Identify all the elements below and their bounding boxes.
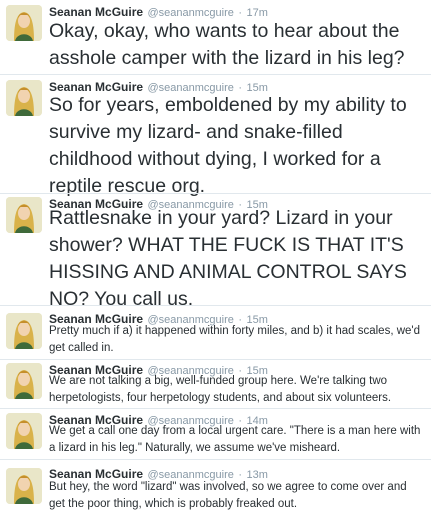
tweet-text: So for years, emboldened by my ability t… [49,94,407,197]
author-name[interactable]: Seanan McGuire [49,5,143,19]
author-avatar-icon[interactable] [6,413,42,449]
tweet-divider [0,359,431,360]
author-avatar-icon[interactable] [6,468,42,504]
author-avatar-icon[interactable] [6,363,42,399]
tweet-divider [0,193,431,194]
author-avatar-icon[interactable] [6,197,42,233]
tweet-divider [0,74,431,75]
tweet-divider [0,305,431,306]
tweet-divider [0,408,431,409]
tweet-text: But hey, the word "lizard" was involved,… [49,481,407,510]
tweet-text: Okay, okay, who wants to hear about the … [49,20,405,69]
author-avatar-icon[interactable] [6,80,42,116]
author-avatar-icon[interactable] [6,313,42,349]
tweet-text: Rattlesnake in your yard? Lizard in your… [49,207,407,310]
tweet-text: Pretty much if a) it happened within for… [49,325,421,354]
tweet-text: We are not talking a big, well-funded gr… [49,375,392,404]
author-avatar-icon[interactable] [6,5,42,41]
tweet-divider [0,459,431,460]
tweet-text: We get a call one day from a local urgen… [49,425,421,454]
